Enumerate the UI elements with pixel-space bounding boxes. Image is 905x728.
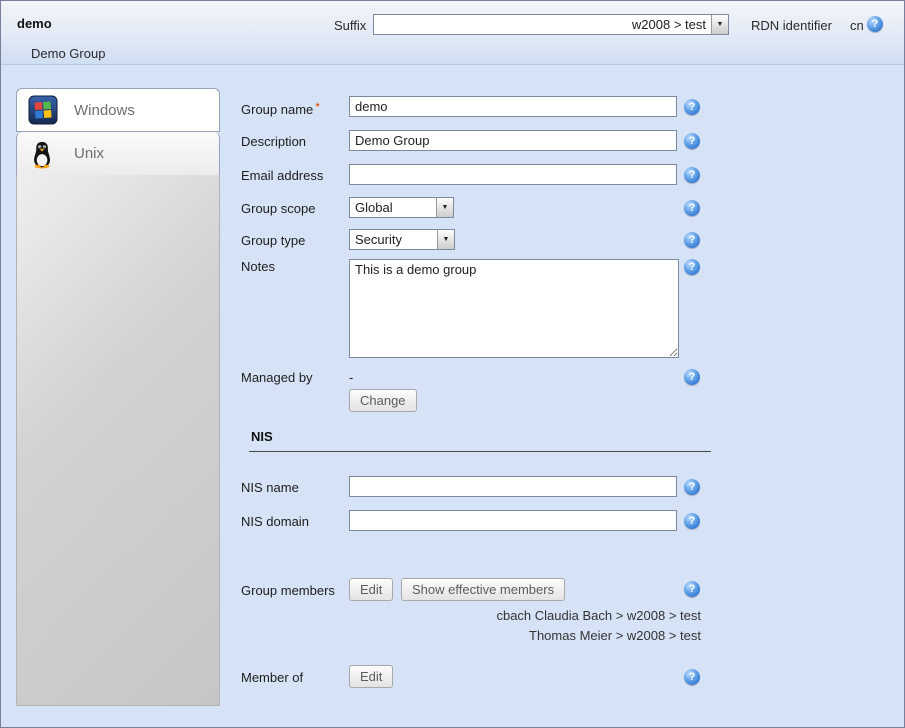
tab-windows[interactable]: Windows xyxy=(16,88,220,132)
show-effective-members-button[interactable]: Show effective members xyxy=(401,578,565,601)
member-of-label: Member of xyxy=(241,670,303,685)
help-icon[interactable]: ? xyxy=(684,479,700,495)
group-type-label: Group type xyxy=(241,233,305,248)
help-icon[interactable]: ? xyxy=(684,167,700,183)
help-icon[interactable]: ? xyxy=(867,16,883,32)
dropdown-arrow-icon: ▼ xyxy=(437,230,454,249)
group-members-list: cbach Claudia Bach > w2008 > test Thomas… xyxy=(349,606,701,646)
help-icon[interactable]: ? xyxy=(684,99,700,115)
help-icon[interactable]: ? xyxy=(684,133,700,149)
group-member-item: Thomas Meier > w2008 > test xyxy=(349,626,701,646)
email-input[interactable] xyxy=(349,164,677,185)
page-subtitle: Demo Group xyxy=(31,46,105,61)
header-bar: demo Demo Group Suffix w2008 > test ▼ RD… xyxy=(1,1,904,65)
windows-logo-icon xyxy=(28,95,58,125)
sidebar-panel xyxy=(16,175,220,706)
notes-textarea[interactable]: This is a demo group xyxy=(349,259,679,358)
rdn-identifier-label: RDN identifier xyxy=(751,18,832,33)
managed-by-value: - xyxy=(349,370,353,385)
suffix-select[interactable]: w2008 > test ▼ xyxy=(373,14,729,35)
description-input[interactable] xyxy=(349,130,677,151)
group-type-select[interactable]: Security ▼ xyxy=(349,229,455,250)
member-of-edit-button[interactable]: Edit xyxy=(349,665,393,688)
group-member-item: cbach Claudia Bach > w2008 > test xyxy=(349,606,701,626)
app-window: demo Demo Group Suffix w2008 > test ▼ RD… xyxy=(0,0,905,728)
dropdown-arrow-icon: ▼ xyxy=(436,198,453,217)
group-scope-select[interactable]: Global ▼ xyxy=(349,197,454,218)
email-label: Email address xyxy=(241,168,323,183)
suffix-label: Suffix xyxy=(334,18,366,33)
linux-penguin-icon xyxy=(28,139,58,169)
group-members-edit-button[interactable]: Edit xyxy=(349,578,393,601)
group-name-input[interactable] xyxy=(349,96,677,117)
nis-name-input[interactable] xyxy=(349,476,677,497)
help-icon[interactable]: ? xyxy=(684,669,700,685)
help-icon[interactable]: ? xyxy=(684,513,700,529)
help-icon[interactable]: ? xyxy=(684,259,700,275)
tab-windows-label: Windows xyxy=(74,102,135,119)
help-icon[interactable]: ? xyxy=(684,200,700,216)
required-marker-icon: * xyxy=(315,100,320,114)
help-icon[interactable]: ? xyxy=(684,581,700,597)
nis-section-title: NIS xyxy=(249,429,711,452)
tab-unix-label: Unix xyxy=(74,145,104,162)
change-button[interactable]: Change xyxy=(349,389,417,412)
page-title: demo xyxy=(17,16,52,31)
managed-by-label: Managed by xyxy=(241,370,313,385)
suffix-select-value: w2008 > test xyxy=(374,15,711,34)
notes-label: Notes xyxy=(241,259,275,274)
tab-unix[interactable]: Unix xyxy=(16,132,220,176)
rdn-identifier-value: cn xyxy=(850,18,864,33)
group-type-value: Security xyxy=(350,230,437,249)
help-icon[interactable]: ? xyxy=(684,232,700,248)
group-members-label: Group members xyxy=(241,583,335,598)
nis-domain-label: NIS domain xyxy=(241,514,309,529)
description-label: Description xyxy=(241,134,306,149)
group-name-label: Group name* xyxy=(241,100,320,117)
nis-domain-input[interactable] xyxy=(349,510,677,531)
dropdown-arrow-icon: ▼ xyxy=(711,15,728,34)
nis-name-label: NIS name xyxy=(241,480,299,495)
group-scope-label: Group scope xyxy=(241,201,315,216)
group-scope-value: Global xyxy=(350,198,436,217)
help-icon[interactable]: ? xyxy=(684,369,700,385)
